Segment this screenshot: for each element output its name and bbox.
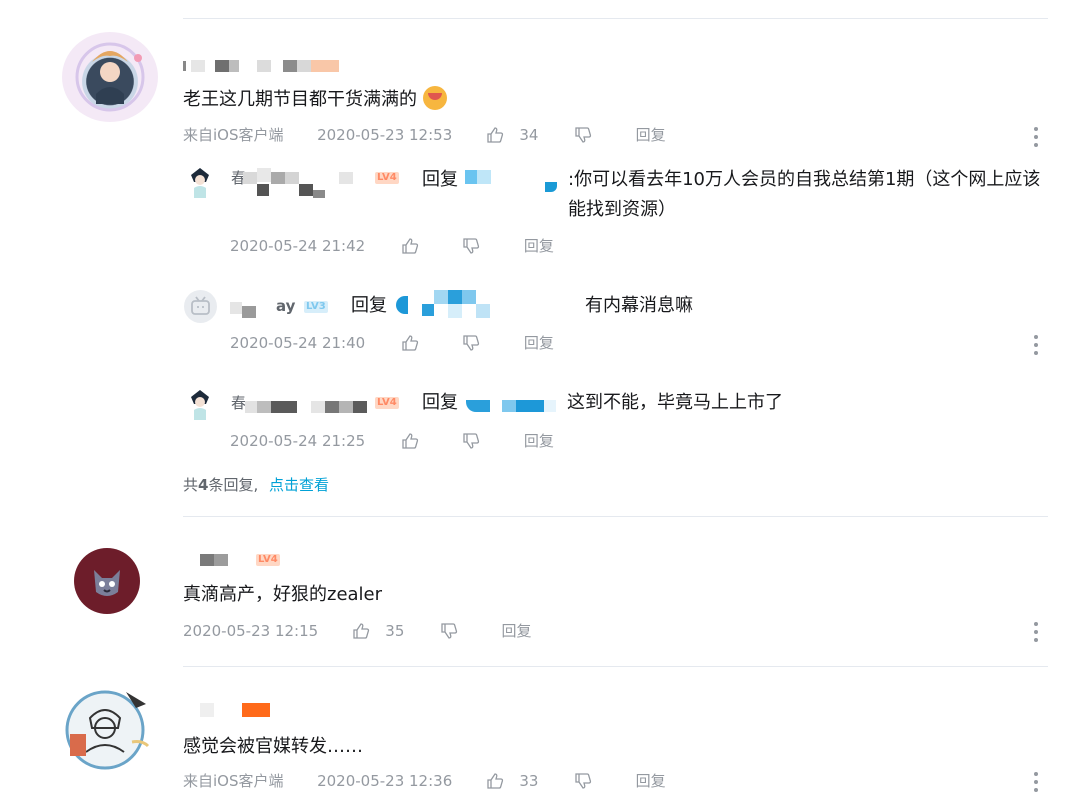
like-icon[interactable]	[352, 622, 370, 640]
comment-text-content: 老王这几期节目都干货满满的	[183, 89, 417, 110]
view-more-link[interactable]: 点击查看	[269, 475, 329, 495]
comment-text: 老王这几期节目都干货满满的	[183, 85, 447, 115]
reply-username-masked[interactable]: 春 LV4	[231, 394, 411, 413]
reply-word: 回复	[422, 169, 458, 190]
dislike-icon[interactable]	[462, 237, 480, 255]
timestamp: 2020-05-23 12:15	[183, 621, 319, 640]
level-badge: LV4	[256, 554, 280, 566]
timestamp: 2020-05-24 21:42	[230, 236, 366, 255]
reply-button[interactable]: 回复	[524, 333, 554, 353]
avatar[interactable]	[74, 548, 140, 614]
like-icon[interactable]	[401, 432, 419, 450]
username-masked[interactable]	[183, 58, 343, 74]
reply-text: :你可以看去年10万人会员的自我总结第1期（这个网上应该能找到资源）	[568, 169, 1041, 220]
level-badge: LV4	[375, 397, 399, 409]
reply-avatar[interactable]	[186, 166, 214, 198]
dislike-icon[interactable]	[462, 432, 480, 450]
footer-tail: 条回复,	[208, 475, 259, 494]
cat-avatar-icon	[94, 570, 120, 596]
divider	[183, 516, 1048, 517]
username-masked[interactable]	[200, 703, 280, 719]
view-more-replies: 共4条回复, 点击查看	[183, 474, 329, 495]
reply-username-prefix: 春	[231, 394, 247, 412]
timestamp: 2020-05-24 21:25	[230, 431, 366, 450]
avatar[interactable]	[62, 32, 158, 122]
reply-word: 回复	[422, 392, 458, 413]
more-options-icon[interactable]	[1034, 335, 1038, 359]
reply-button[interactable]: 回复	[636, 125, 666, 145]
reply-text: 这到不能，毕竟马上上市了	[567, 392, 783, 413]
client-source: 来自iOS客户端	[183, 771, 284, 790]
reply-button[interactable]: 回复	[524, 431, 554, 451]
more-options-icon[interactable]	[1034, 622, 1038, 646]
reply-meta: 2020-05-24 21:42 回复	[230, 235, 554, 256]
dislike-icon[interactable]	[574, 126, 592, 144]
like-icon[interactable]	[401, 237, 419, 255]
reply-username-masked[interactable]: ay LV3	[230, 297, 340, 318]
like-icon[interactable]	[486, 126, 504, 144]
username-masked[interactable]: LV4	[200, 552, 300, 568]
reply-username-suffix: ay	[276, 297, 296, 315]
reply-meta: 2020-05-24 21:25 回复	[230, 430, 554, 451]
timestamp: 2020-05-23 12:53	[317, 125, 453, 144]
anime-avatar-icon	[191, 390, 209, 420]
more-options-icon[interactable]	[1034, 127, 1038, 151]
reply-avatar[interactable]	[184, 290, 217, 323]
level-badge: LV4	[375, 172, 399, 184]
dislike-icon[interactable]	[440, 622, 458, 640]
reply-word: 回复	[351, 295, 387, 316]
avatar-illustration-icon	[75, 42, 145, 112]
comment-meta: 2020-05-23 12:15 35 回复	[183, 620, 532, 641]
dislike-icon[interactable]	[574, 772, 592, 790]
avatar[interactable]	[56, 682, 154, 774]
dislike-icon[interactable]	[462, 334, 480, 352]
like-count: 33	[519, 771, 539, 790]
comment-meta: 来自iOS客户端 2020-05-23 12:36 33 回复	[183, 770, 666, 791]
reply-meta: 2020-05-24 21:40 回复	[230, 332, 554, 353]
reply-button[interactable]: 回复	[524, 236, 554, 256]
like-count: 34	[519, 125, 539, 144]
default-tv-avatar-icon	[191, 296, 210, 315]
divider	[183, 18, 1048, 19]
like-icon[interactable]	[401, 334, 419, 352]
level-badge: LV3	[304, 301, 328, 313]
comment-text: 感觉会被官媒转发……	[183, 736, 363, 757]
footer-count: 4	[198, 475, 209, 494]
reply-button[interactable]: 回复	[636, 771, 666, 791]
reply-button[interactable]: 回复	[502, 621, 532, 641]
client-source: 来自iOS客户端	[183, 125, 284, 144]
reply-text: 有内幕消息嘛	[585, 295, 693, 316]
more-options-icon[interactable]	[1034, 772, 1038, 796]
reply-username-masked[interactable]: 春 LV4	[231, 168, 411, 198]
like-icon[interactable]	[486, 772, 504, 790]
emoji-icon	[422, 86, 447, 110]
like-count: 35	[385, 621, 405, 640]
timestamp: 2020-05-24 21:40	[230, 333, 366, 352]
anime-avatar-icon	[191, 168, 209, 198]
timestamp: 2020-05-23 12:36	[317, 771, 453, 790]
reply-avatar[interactable]	[186, 388, 214, 420]
comment-meta: 来自iOS客户端 2020-05-23 12:53 34 回复	[183, 124, 666, 145]
comment-text: 真滴高产，好狠的zealer	[183, 584, 383, 605]
sketch-avatar-icon	[65, 690, 150, 770]
footer-prefix: 共	[183, 475, 199, 494]
divider	[183, 666, 1048, 667]
